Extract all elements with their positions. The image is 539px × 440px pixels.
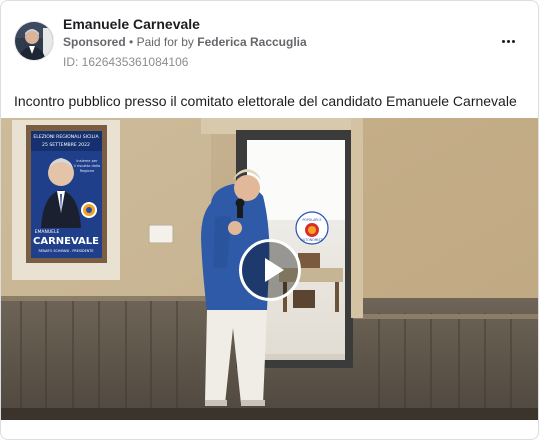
poster-slogan-2: il riscatto della bbox=[74, 164, 101, 168]
avatar[interactable] bbox=[14, 21, 54, 61]
avatar-photo bbox=[15, 22, 53, 60]
video-player[interactable]: ELEZIONI REGIONALI SICILIA 25 SETTEMBRE … bbox=[1, 118, 538, 420]
ad-id: ID: 1626435361084106 bbox=[63, 55, 189, 69]
poster-slogan-3: Regione bbox=[80, 169, 95, 173]
paid-for-name[interactable]: Federica Raccuglia bbox=[197, 35, 306, 49]
sponsored-post-card: Emanuele Carnevale Sponsored • Paid for … bbox=[0, 0, 539, 440]
sponsor-line: Sponsored • Paid for by Federica Raccugl… bbox=[63, 35, 307, 49]
poster-footer: RENATO SCHIFANI - PRESIDENTE bbox=[38, 249, 93, 253]
more-horizontal-icon[interactable] bbox=[494, 31, 522, 51]
poster-date: 25 SETTEMBRE 2022 bbox=[42, 142, 90, 148]
poster-slogan-1: Insieme per bbox=[76, 159, 98, 163]
window-logo-line-1: POPOLARI E bbox=[302, 218, 321, 222]
post-caption: Incontro pubblico presso il comitato ele… bbox=[14, 93, 517, 109]
poster-first-name: EMANUELE bbox=[35, 229, 60, 235]
sponsored-label: Sponsored bbox=[63, 35, 126, 49]
poster-heading: ELEZIONI REGIONALI SICILIA bbox=[33, 134, 99, 140]
author-name[interactable]: Emanuele Carnevale bbox=[63, 16, 200, 32]
window-logo-line-2: AUTONOMISTI bbox=[301, 238, 324, 242]
paid-for-prefix: Paid for by bbox=[136, 35, 194, 49]
separator-dot: • bbox=[129, 35, 134, 49]
play-icon[interactable] bbox=[239, 239, 301, 301]
poster-surname: CARNEVALE bbox=[33, 236, 99, 247]
